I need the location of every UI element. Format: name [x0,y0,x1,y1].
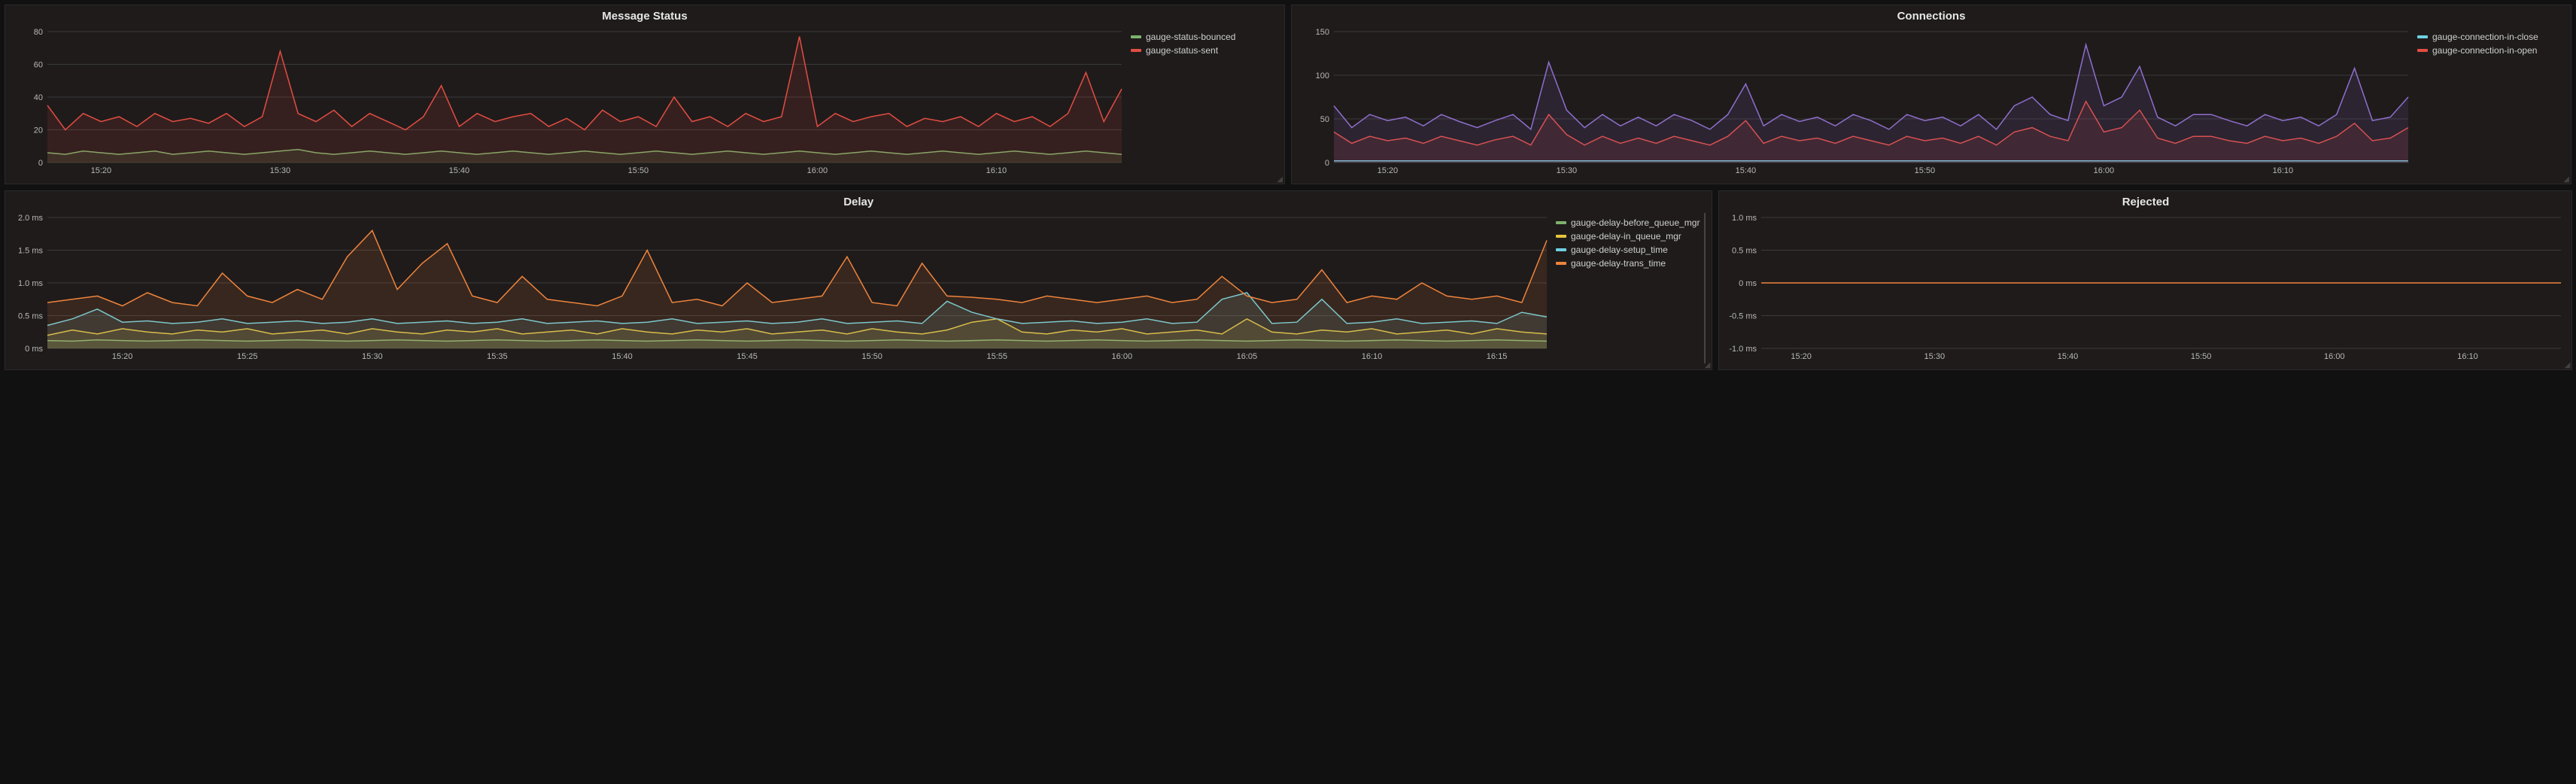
resize-handle-icon[interactable] [2562,175,2569,182]
svg-text:0 ms: 0 ms [1739,279,1757,288]
legend-swatch-icon [1556,262,1566,265]
svg-text:15:20: 15:20 [112,352,133,361]
svg-text:15:30: 15:30 [1924,352,1946,361]
svg-text:15:35: 15:35 [487,352,508,361]
plot-area[interactable]: 0 ms 0.5 ms 1.0 ms 1.5 ms 2.0 ms 15:20 15:25 15… [11,213,1551,363]
panel-title: Message Status [5,5,1284,24]
svg-text:40: 40 [34,93,43,102]
legend-item[interactable]: gauge-status-sent [1131,44,1274,57]
legend-swatch-icon [1556,248,1566,251]
svg-text:15:45: 15:45 [737,352,758,361]
svg-text:15:40: 15:40 [449,166,470,175]
legend-item[interactable]: gauge-delay-in_queue_mgr [1556,229,1700,243]
svg-text:15:50: 15:50 [1915,166,1936,175]
svg-text:15:20: 15:20 [1378,166,1399,175]
plot-area[interactable]: -1.0 ms -0.5 ms 0 ms 0.5 ms 1.0 ms 15:20 15:30… [1725,213,2565,363]
dashboard-grid: Message Status 0 20 40 60 80 15:20 15:30 15:40 1… [0,0,2576,375]
svg-text:15:40: 15:40 [2058,352,2079,361]
svg-text:16:10: 16:10 [986,166,1007,175]
legend-label: gauge-delay-trans_time [1571,258,1666,269]
legend-label: gauge-status-sent [1146,45,1218,56]
svg-text:15:20: 15:20 [1791,352,1812,361]
legend-swatch-icon [1131,35,1141,38]
svg-text:16:10: 16:10 [2458,352,2479,361]
svg-text:60: 60 [34,61,43,70]
panel-title: Rejected [1719,191,2571,210]
svg-text:16:05: 16:05 [1237,352,1258,361]
svg-text:150: 150 [1316,28,1329,37]
legend-item[interactable]: gauge-connection-in-close [2417,30,2560,44]
svg-text:15:50: 15:50 [628,166,649,175]
legend-label: gauge-connection-in-close [2432,32,2538,42]
panel-delay[interactable]: Delay 0 ms 0.5 ms 1.0 ms 1.5 ms 2.0 ms 15:20 1… [5,190,1712,370]
svg-text:80: 80 [34,28,43,37]
legend-item[interactable]: gauge-delay-before_queue_mgr [1556,216,1700,229]
svg-text:15:30: 15:30 [1557,166,1578,175]
panel-body: 02040608015:2015:3015:4015:5016:0016:10 … [5,24,1284,184]
legend-label: gauge-delay-setup_time [1571,245,1668,255]
svg-text:15:20: 15:20 [91,166,112,175]
legend-swatch-icon [1131,49,1141,52]
legend-label: gauge-connection-in-open [2432,45,2537,56]
svg-text:16:00: 16:00 [1112,352,1133,361]
legend-label: gauge-delay-in_queue_mgr [1571,231,1681,242]
panel-rejected[interactable]: Rejected -1.0 ms -0.5 ms 0 ms 0.5 ms 1.0 ms 1… [1718,190,2572,370]
svg-text:15:50: 15:50 [861,352,882,361]
svg-text:-1.0 ms: -1.0 ms [1730,345,1757,354]
plot-area[interactable]: 0 20 40 60 80 15:20 15:30 15:40 15:50 16:00 16:10 [11,27,1126,178]
svg-text:16:00: 16:00 [807,166,828,175]
svg-text:16:00: 16:00 [2325,352,2346,361]
svg-text:15:50: 15:50 [2191,352,2212,361]
svg-text:16:10: 16:10 [1362,352,1383,361]
legend-item[interactable]: gauge-connection-in-open [2417,44,2560,57]
svg-text:0: 0 [1325,159,1329,168]
legend-item[interactable]: gauge-delay-trans_time [1556,257,1700,270]
svg-text:50: 50 [1320,115,1329,124]
legend-swatch-icon [2417,49,2428,52]
svg-text:1.0 ms: 1.0 ms [1732,214,1757,223]
legend[interactable]: gauge-status-bounced gauge-status-sent [1126,27,1278,178]
svg-text:0.5 ms: 0.5 ms [18,312,44,321]
panel-message-status[interactable]: Message Status 0 20 40 60 80 15:20 15:30 15:40 1… [5,5,1285,184]
panel-connections[interactable]: Connections 0 50 100 150 15:20 15:30 15:40 15:5… [1291,5,2571,184]
panel-body: -1.0 ms -0.5 ms 0 ms 0.5 ms 1.0 ms 15:20 15:30… [1719,210,2571,369]
legend[interactable]: gauge-delay-before_queue_mgr gauge-delay… [1551,213,1706,363]
legend-swatch-icon [2417,35,2428,38]
svg-text:1.5 ms: 1.5 ms [18,247,44,256]
resize-handle-icon[interactable] [2562,360,2570,368]
svg-text:16:00: 16:00 [2094,166,2115,175]
svg-text:15:55: 15:55 [986,352,1007,361]
svg-text:0: 0 [38,159,43,168]
legend-label: gauge-status-bounced [1146,32,1235,42]
svg-text:15:30: 15:30 [362,352,383,361]
resize-handle-icon[interactable] [1275,175,1283,182]
legend-item[interactable]: gauge-status-bounced [1131,30,1274,44]
svg-text:16:15: 16:15 [1487,352,1508,361]
svg-text:1.0 ms: 1.0 ms [18,279,44,288]
panel-body: 05010015015:2015:3015:4015:5016:0016:10 … [1292,24,2571,184]
legend-swatch-icon [1556,221,1566,224]
svg-text:-0.5 ms: -0.5 ms [1730,312,1757,321]
svg-text:100: 100 [1316,71,1329,81]
svg-text:15:25: 15:25 [237,352,258,361]
legend[interactable]: gauge-connection-in-close gauge-connecti… [2413,27,2565,178]
panel-body: 0 ms 0.5 ms 1.0 ms 1.5 ms 2.0 ms 15:20 15:25 15… [5,210,1712,369]
plot-area[interactable]: 0 50 100 150 15:20 15:30 15:40 15:50 16:00 16:10 [1298,27,2413,178]
svg-text:0 ms: 0 ms [25,345,43,354]
legend-swatch-icon [1556,235,1566,238]
svg-text:15:40: 15:40 [1736,166,1757,175]
resize-handle-icon[interactable] [1703,360,1710,368]
legend-item[interactable]: gauge-delay-setup_time [1556,243,1700,257]
svg-text:0.5 ms: 0.5 ms [1732,247,1757,256]
svg-text:15:40: 15:40 [612,352,633,361]
legend-label: gauge-delay-before_queue_mgr [1571,217,1700,228]
panel-title: Connections [1292,5,2571,24]
panel-title: Delay [5,191,1712,210]
svg-text:2.0 ms: 2.0 ms [18,214,44,223]
svg-text:16:10: 16:10 [2273,166,2294,175]
svg-text:15:30: 15:30 [270,166,291,175]
svg-text:20: 20 [34,126,43,135]
